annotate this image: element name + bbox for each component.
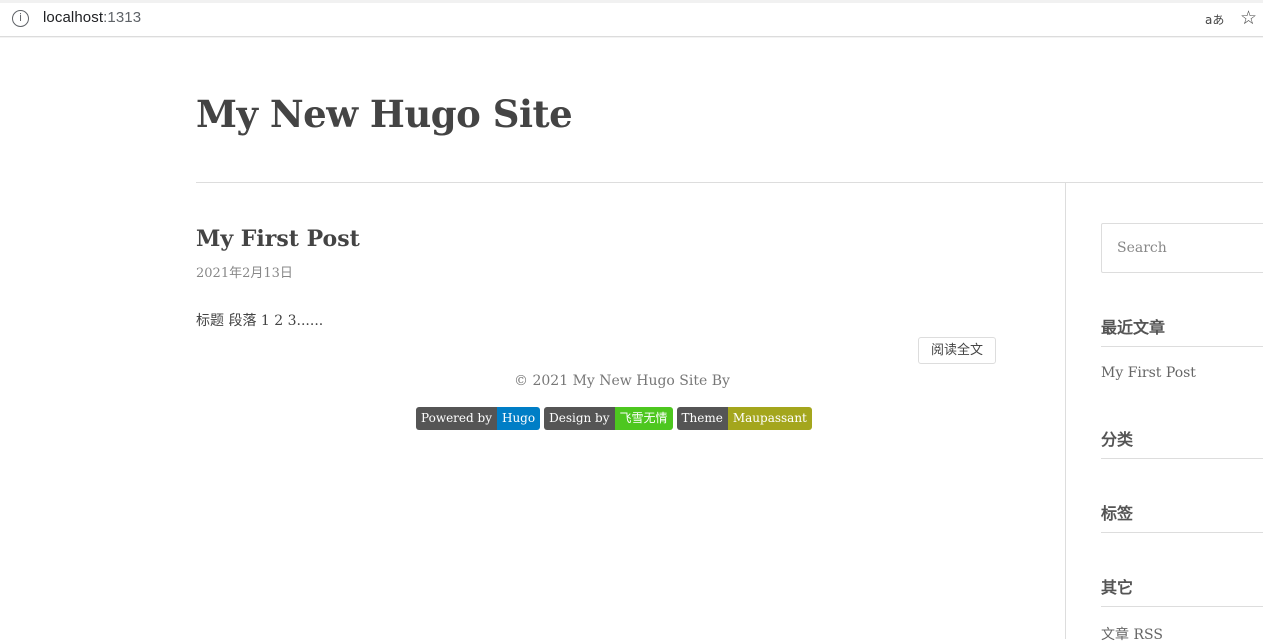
widget-title-other: 其它 xyxy=(1101,578,1134,597)
badge-label: Design by xyxy=(544,407,615,430)
badge-label: Powered by xyxy=(416,407,497,430)
site-title[interactable]: My New Hugo Site xyxy=(196,92,573,136)
badge-value: Maupassant xyxy=(727,407,812,430)
search-input[interactable] xyxy=(1101,223,1263,273)
info-icon[interactable]: i xyxy=(12,10,29,27)
widget-divider xyxy=(1101,346,1263,347)
widget-divider xyxy=(1101,458,1263,459)
url-port: :1313 xyxy=(103,9,142,26)
badge-value: Hugo xyxy=(496,407,541,430)
add-favorite-icon[interactable]: ☆ xyxy=(1240,7,1257,29)
widget-divider xyxy=(1101,606,1263,607)
post-title[interactable]: My First Post xyxy=(196,226,360,252)
badge-label: Theme xyxy=(676,407,728,430)
badge-theme[interactable]: Theme Maupassant xyxy=(676,407,812,430)
badge-powered-by-hugo[interactable]: Powered by Hugo xyxy=(416,407,541,430)
browser-toolbar: i localhost:1313 aあ ☆ xyxy=(0,0,1263,37)
sidebar-divider xyxy=(1065,183,1066,639)
address-bar[interactable]: localhost:1313 xyxy=(43,9,141,26)
badge-value: 飞雪无情 xyxy=(614,407,673,430)
badge-design-by[interactable]: Design by 飞雪无情 xyxy=(544,407,673,430)
header-divider xyxy=(196,182,1263,183)
widget-title-categories: 分类 xyxy=(1101,430,1134,449)
widget-divider xyxy=(1101,532,1263,533)
read-more-button[interactable]: 阅读全文 xyxy=(918,337,996,364)
widget-title-recent-posts: 最近文章 xyxy=(1101,318,1166,337)
recent-post-link[interactable]: My First Post xyxy=(1101,365,1196,381)
read-aloud-icon[interactable]: aあ xyxy=(1205,11,1224,28)
rss-link[interactable]: 文章 RSS xyxy=(1101,624,1163,644)
footer-badges: Powered by Hugo Design by 飞雪无情 Theme Mau… xyxy=(416,407,812,430)
post-date: 2021年2月13日 xyxy=(196,266,293,281)
widget-title-tags: 标签 xyxy=(1101,504,1134,523)
post-excerpt: 标题 段落 1 2 3...... xyxy=(196,313,324,329)
url-host: localhost xyxy=(43,9,104,26)
copyright-text: © 2021 My New Hugo Site By xyxy=(514,373,730,389)
